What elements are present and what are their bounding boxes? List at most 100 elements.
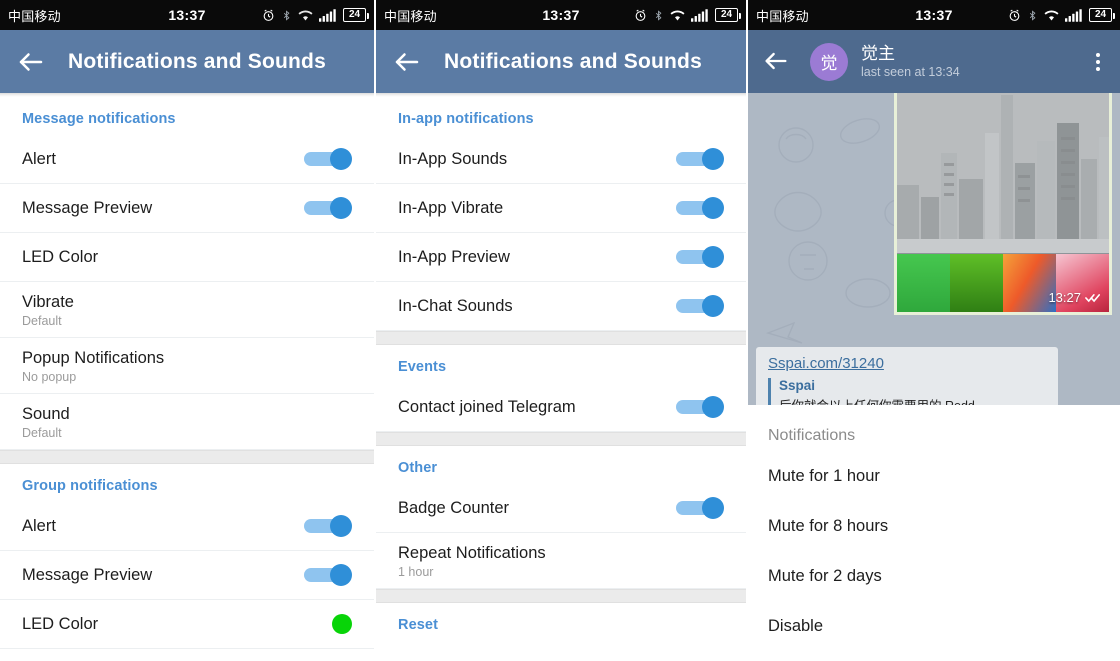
- setting-row-sound[interactable]: Sound Default: [0, 394, 374, 450]
- setting-row-in-app-preview[interactable]: In-App Preview: [376, 233, 746, 282]
- section-header-group-notifications: Group notifications: [22, 478, 158, 494]
- alarm-icon: [1008, 9, 1021, 22]
- setting-row-vibrate[interactable]: Vibrate Default: [0, 282, 374, 338]
- setting-row-group-message-preview[interactable]: Message Preview: [0, 551, 374, 600]
- section-divider: [376, 589, 746, 603]
- contact-name: 觉主: [861, 43, 895, 63]
- menu-item-mute-1-hour[interactable]: Mute for 1 hour: [768, 451, 1100, 501]
- row-title: Popup Notifications: [22, 348, 165, 367]
- contact-status: last seen at 13:34: [861, 65, 960, 79]
- sheet-title: Notifications: [768, 427, 856, 444]
- battery-icon: 24: [343, 8, 369, 22]
- row-title: Contact joined Telegram: [398, 397, 576, 416]
- link-preview-card[interactable]: Sspai.com/31240 Sspai 后你就会以上任何你需要用的 Redd…: [756, 347, 1058, 405]
- app-bar: Notifications and Sounds: [376, 30, 746, 93]
- status-icons: 24: [1008, 8, 1115, 22]
- link-preview-body: Sspai 后你就会以上任何你需要用的 Redd...: [768, 378, 1046, 405]
- setting-row-alert[interactable]: Alert: [0, 135, 374, 184]
- page-title: Notifications and Sounds: [68, 49, 326, 73]
- setting-row-badge-counter[interactable]: Badge Counter: [376, 484, 746, 533]
- row-title: LED Color: [22, 614, 99, 633]
- toggle-group-alert[interactable]: [304, 515, 352, 537]
- status-icons: 24: [634, 8, 741, 22]
- section-header-message-notifications: Message notifications: [22, 111, 176, 127]
- bluetooth-icon: [1027, 9, 1038, 22]
- photo-message[interactable]: 13:27: [894, 93, 1112, 315]
- setting-row-contact-joined-telegram[interactable]: Contact joined Telegram: [376, 383, 746, 432]
- row-title: Alert: [22, 149, 56, 168]
- bluetooth-icon: [653, 9, 664, 22]
- row-subtitle: Default: [22, 426, 62, 441]
- status-bar: 中国移动 13:37 24: [0, 0, 374, 30]
- toggle-alert[interactable]: [304, 148, 352, 170]
- toggle-contact-joined[interactable]: [676, 396, 724, 418]
- avatar[interactable]: 觉: [810, 42, 848, 81]
- row-title: Repeat Notifications: [398, 543, 546, 562]
- page-title: Notifications and Sounds: [444, 49, 702, 73]
- status-bar: 中国移动 13:37 24: [748, 0, 1120, 30]
- settings-list-panel1: Message notifications Alert Message Prev…: [0, 93, 374, 661]
- section-header-in-app-notifications: In-app notifications: [398, 111, 534, 127]
- notifications-action-sheet: Notifications Mute for 1 hour Mute for 8…: [748, 405, 1120, 661]
- setting-row-in-chat-sounds[interactable]: In-Chat Sounds: [376, 282, 746, 331]
- overflow-menu-icon[interactable]: [1090, 47, 1106, 77]
- wifi-icon: [670, 9, 685, 22]
- toggle-badge-counter[interactable]: [676, 497, 724, 519]
- menu-item-mute-2-days[interactable]: Mute for 2 days: [768, 551, 1100, 601]
- setting-row-group-led-color[interactable]: LED Color: [0, 600, 374, 649]
- settings-list-panel2: In-app notifications In-App Sounds In-Ap…: [376, 93, 746, 661]
- toggle-in-chat-sounds[interactable]: [676, 295, 724, 317]
- row-subtitle: 1 hour: [398, 565, 434, 580]
- setting-row-repeat-notifications[interactable]: Repeat Notifications 1 hour: [376, 533, 746, 589]
- three-phone-screenshots: 中国移动 13:37 24 Notifications and Sounds M…: [0, 0, 1120, 661]
- toggle-message-preview[interactable]: [304, 197, 352, 219]
- row-title: Alert: [22, 516, 56, 535]
- link-url[interactable]: Sspai.com/31240: [768, 355, 1046, 372]
- setting-row-in-app-sounds[interactable]: In-App Sounds: [376, 135, 746, 184]
- section-divider: [376, 331, 746, 345]
- back-arrow-icon[interactable]: [762, 47, 792, 77]
- led-color-swatch-icon[interactable]: [332, 614, 352, 634]
- row-title: In-App Sounds: [398, 149, 508, 168]
- row-subtitle: No popup: [22, 370, 77, 385]
- alarm-icon: [634, 9, 647, 22]
- row-title: In-Chat Sounds: [398, 296, 513, 315]
- setting-row-popup-notifications[interactable]: Popup Notifications No popup: [0, 338, 374, 394]
- alarm-icon: [262, 9, 275, 22]
- back-arrow-icon[interactable]: [16, 47, 46, 77]
- back-arrow-icon[interactable]: [392, 47, 422, 77]
- toggle-in-app-vibrate[interactable]: [676, 197, 724, 219]
- strip-1: [897, 254, 950, 312]
- section-header-reset[interactable]: Reset: [376, 603, 746, 641]
- toggle-in-app-preview[interactable]: [676, 246, 724, 268]
- row-title: Message Preview: [22, 565, 153, 584]
- phone-screen-chat-notifications-menu: 中国移动 13:37 24 觉 觉主 last seen at 13:34 13…: [748, 0, 1120, 661]
- row-title: Message Preview: [22, 198, 153, 217]
- phone-screen-inapp-notifications: 中国移动 13:37 24 Notifications and Sounds I…: [376, 0, 746, 661]
- toggle-in-app-sounds[interactable]: [676, 148, 724, 170]
- battery-icon: 24: [715, 8, 741, 22]
- section-divider: [0, 450, 374, 464]
- wifi-icon: [298, 9, 313, 22]
- signal-icon: [1065, 8, 1083, 22]
- chat-header-texts[interactable]: 觉主 last seen at 13:34: [861, 43, 960, 81]
- setting-row-message-preview[interactable]: Message Preview: [0, 184, 374, 233]
- menu-item-mute-8-hours[interactable]: Mute for 8 hours: [768, 501, 1100, 551]
- app-bar: Notifications and Sounds: [0, 30, 374, 93]
- setting-row-in-app-vibrate[interactable]: In-App Vibrate: [376, 184, 746, 233]
- row-title: In-App Vibrate: [398, 198, 504, 217]
- row-title: Sound: [22, 404, 70, 423]
- setting-row-led-color[interactable]: LED Color: [0, 233, 374, 282]
- toggle-group-message-preview[interactable]: [304, 564, 352, 586]
- setting-row-group-alert[interactable]: Alert: [0, 502, 374, 551]
- section-header-other: Other: [398, 460, 438, 476]
- bluetooth-icon: [281, 9, 292, 22]
- signal-icon: [319, 8, 337, 22]
- row-title: In-App Preview: [398, 247, 510, 266]
- strip-2: [950, 254, 1003, 312]
- link-site-name: Sspai: [779, 378, 816, 393]
- section-divider: [376, 432, 746, 446]
- section-header-events: Events: [398, 359, 447, 375]
- menu-item-disable[interactable]: Disable: [768, 601, 1100, 651]
- chat-message-area: 13:27 Sspai.com/31240 Sspai 后你就会以上任何你需要用…: [748, 93, 1120, 405]
